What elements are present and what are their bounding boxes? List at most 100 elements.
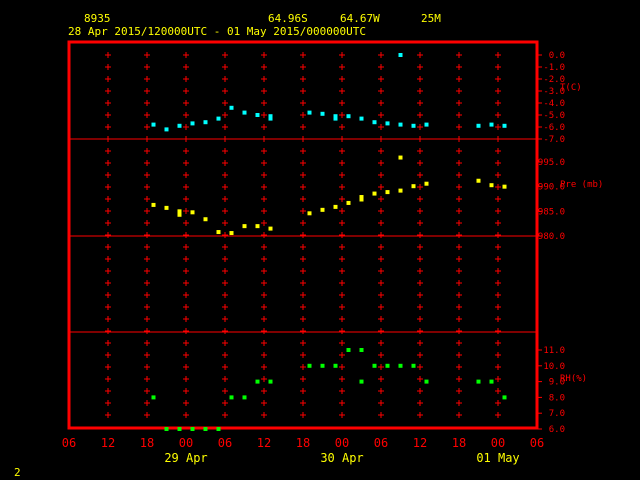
data-point xyxy=(177,212,182,217)
data-point xyxy=(268,379,273,384)
data-point xyxy=(372,120,377,125)
x-tick-label: 06 xyxy=(62,436,76,450)
y-tick-label: 7.0 xyxy=(549,409,565,419)
data-point xyxy=(164,427,169,431)
data-point xyxy=(242,110,247,115)
x-tick-label: 06 xyxy=(218,436,232,450)
latitude: 64.96S xyxy=(268,12,308,25)
time-period: 28 Apr 2015/120000UTC - 01 May 2015/0000… xyxy=(68,25,366,38)
data-point xyxy=(216,230,221,235)
data-point xyxy=(229,395,234,400)
data-point xyxy=(203,120,208,125)
y-tick-label: 985.0 xyxy=(538,207,565,217)
data-point xyxy=(307,110,312,115)
data-point xyxy=(411,363,416,368)
data-point xyxy=(424,379,429,384)
data-point xyxy=(372,363,377,368)
data-marks xyxy=(151,53,507,431)
data-point xyxy=(320,111,325,116)
station-id: 8935 xyxy=(84,12,111,25)
data-point xyxy=(177,209,182,214)
x-tick-label: 00 xyxy=(491,436,505,450)
data-point xyxy=(424,122,429,127)
y-tick-label: 10.0 xyxy=(543,362,565,372)
corner-label: 2 xyxy=(14,466,21,479)
data-point xyxy=(398,122,403,127)
data-point xyxy=(203,427,208,431)
y-tick-label: -7.0 xyxy=(543,135,565,145)
data-point xyxy=(385,363,390,368)
data-point xyxy=(346,200,351,205)
data-point xyxy=(229,105,234,110)
data-point xyxy=(255,113,260,117)
data-point xyxy=(398,188,403,193)
x-tick-label: 12 xyxy=(413,436,427,450)
data-point xyxy=(424,181,429,186)
x-tick-label: 18 xyxy=(452,436,466,450)
x-axis: 06 12 18 00 06 12 18 00 06 12 18 00 06 29 Apr 30 Apr 01… xyxy=(62,436,544,465)
data-point xyxy=(502,184,507,189)
date-label: 01 May xyxy=(476,451,519,465)
data-point xyxy=(359,195,364,200)
y-tick-label: 6.0 xyxy=(549,425,565,435)
x-tick-label: 12 xyxy=(101,436,115,450)
x-tick-label: 06 xyxy=(374,436,388,450)
data-point xyxy=(229,231,234,236)
y-tick-label: 0.0 xyxy=(549,51,565,61)
data-point xyxy=(242,395,247,400)
x-tick-label: 18 xyxy=(296,436,310,450)
data-point xyxy=(476,379,481,384)
data-point xyxy=(398,155,403,160)
data-point xyxy=(476,178,481,183)
data-point xyxy=(242,224,247,229)
panel-name: Pre (mb) xyxy=(560,180,603,190)
y-tick-label: 11.0 xyxy=(543,346,565,356)
x-tick-label: 12 xyxy=(257,436,271,450)
data-point xyxy=(255,379,260,384)
data-point xyxy=(190,121,195,126)
y-tick-label: -5.0 xyxy=(543,111,565,121)
data-point xyxy=(346,348,351,352)
data-point xyxy=(216,427,221,431)
grid-crosses xyxy=(105,52,501,418)
data-point xyxy=(502,123,507,128)
data-point xyxy=(398,363,403,368)
data-point xyxy=(320,363,325,368)
y-tick-label: -1.0 xyxy=(543,63,565,73)
data-point xyxy=(476,123,481,128)
x-tick-label: 06 xyxy=(530,436,544,450)
data-point xyxy=(164,205,169,210)
x-tick-label: 18 xyxy=(140,436,154,450)
data-point xyxy=(216,116,221,121)
meteogram-chart: 8935 64.96S 64.67W 25M 28 Apr 2015/12000… xyxy=(14,12,603,479)
data-point xyxy=(398,53,403,57)
data-point xyxy=(307,211,312,216)
y-tick-label: -4.0 xyxy=(543,99,565,109)
data-point xyxy=(151,122,156,127)
data-point xyxy=(177,123,182,128)
y-tick-label: 980.0 xyxy=(538,232,565,242)
longitude: 64.67W xyxy=(340,12,380,25)
header: 8935 64.96S 64.67W 25M 28 Apr 2015/12000… xyxy=(68,12,441,38)
data-point xyxy=(502,395,507,400)
date-label: 30 Apr xyxy=(320,451,363,465)
data-point xyxy=(411,184,416,189)
data-point xyxy=(489,122,494,127)
x-tick-label: 00 xyxy=(335,436,349,450)
data-point xyxy=(489,183,494,188)
data-point xyxy=(359,116,364,121)
elevation: 25M xyxy=(421,12,441,25)
y-tick-label: 8.0 xyxy=(549,393,565,403)
data-point xyxy=(385,121,390,126)
data-point xyxy=(255,224,260,229)
data-point xyxy=(385,190,390,195)
data-point xyxy=(151,395,156,400)
data-point xyxy=(164,127,169,132)
data-point xyxy=(489,379,494,384)
data-point xyxy=(346,114,351,119)
y-axes: 0.0-1.0-2.0-3.0-4.0-5.0-6.0-7.0T(C)995.0… xyxy=(537,51,603,435)
y-tick-label: 995.0 xyxy=(538,158,565,168)
data-point xyxy=(177,427,182,431)
data-point xyxy=(333,116,338,121)
data-point xyxy=(359,348,364,352)
